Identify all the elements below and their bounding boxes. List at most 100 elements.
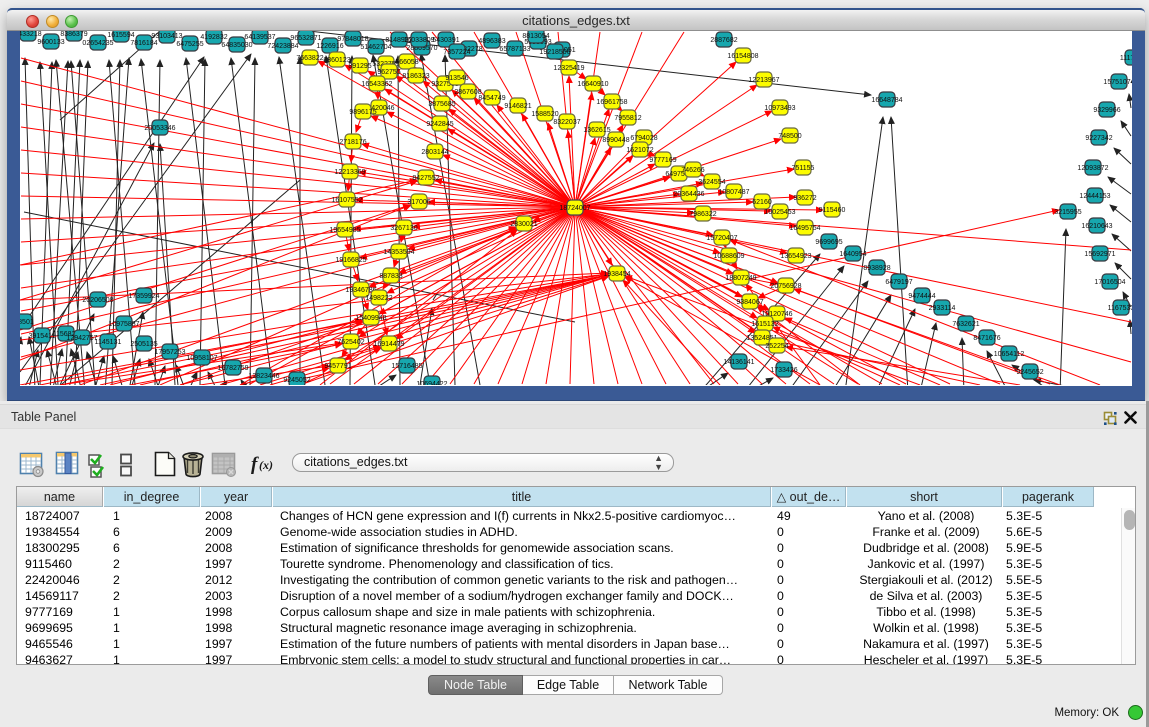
svg-text:7955812: 7955812	[614, 115, 641, 122]
svg-text:9227342: 9227342	[1085, 135, 1112, 142]
svg-text:16154808: 16154808	[727, 53, 758, 60]
svg-text:891295: 891295	[348, 63, 371, 70]
svg-text:96532871: 96532871	[290, 35, 321, 42]
svg-text:10654112: 10654112	[994, 351, 1025, 358]
svg-text:9242845: 9242845	[426, 121, 453, 128]
svg-text:12213967: 12213967	[748, 77, 779, 84]
svg-text:19166825: 19166825	[335, 257, 366, 264]
svg-text:913546: 913546	[445, 75, 468, 82]
svg-text:20756928: 20756928	[770, 283, 801, 290]
svg-text:1621072: 1621072	[626, 147, 653, 154]
svg-text:12093872: 12093872	[1077, 165, 1108, 172]
svg-text:3267130: 3267130	[390, 225, 417, 232]
svg-text:16107552: 16107552	[331, 197, 362, 204]
svg-text:1588520: 1588520	[531, 111, 558, 118]
svg-text:16782759: 16782759	[217, 365, 248, 372]
svg-text:12942757: 12942757	[66, 335, 97, 342]
svg-text:17016504: 17016504	[1094, 279, 1125, 286]
svg-text:65787133: 65787133	[499, 46, 530, 53]
svg-text:18807249: 18807249	[725, 275, 756, 282]
svg-text:1117304: 1117304	[1120, 55, 1132, 62]
svg-text:4192832: 4192832	[200, 34, 227, 41]
svg-text:9384067: 9384067	[736, 299, 763, 306]
svg-text:18724007: 18724007	[559, 205, 590, 212]
svg-text:10973493: 10973493	[764, 105, 795, 112]
svg-text:9474444: 9474444	[908, 293, 935, 300]
svg-text:9115460: 9115460	[819, 207, 846, 214]
svg-text:1733426: 1733426	[770, 367, 797, 374]
svg-text:9896175: 9896175	[349, 109, 376, 116]
svg-text:8427552: 8427552	[412, 175, 439, 182]
svg-text:(x): (x)	[259, 458, 273, 472]
svg-text:9777169: 9777169	[649, 157, 676, 164]
svg-text:97848018: 97848018	[337, 36, 368, 43]
svg-text:19654985: 19654985	[329, 227, 360, 234]
svg-text:8386379: 8386379	[60, 31, 87, 38]
svg-text:3624554: 3624554	[698, 179, 725, 186]
svg-text:9245052: 9245052	[283, 377, 310, 384]
svg-text:9600133: 9600133	[37, 39, 64, 46]
svg-text:10958107: 10958107	[186, 355, 217, 362]
svg-text:14136141: 14136141	[723, 359, 754, 366]
svg-text:1938454: 1938454	[603, 271, 630, 278]
svg-text:8813054: 8813054	[522, 33, 549, 40]
svg-text:962755: 962755	[377, 69, 400, 76]
svg-text:2803144: 2803144	[421, 149, 448, 156]
svg-text:8454749: 8454749	[478, 95, 505, 102]
svg-text:51462704: 51462704	[360, 44, 391, 51]
svg-text:64835030: 64835030	[221, 42, 252, 49]
svg-text:7986322: 7986322	[689, 211, 716, 218]
svg-text:9457791: 9457791	[324, 363, 351, 370]
svg-text:16543362: 16543362	[361, 81, 392, 88]
svg-text:317006: 317006	[407, 199, 430, 206]
svg-text:7625402: 7625402	[337, 339, 364, 346]
svg-text:3915411: 3915411	[29, 333, 56, 340]
svg-text:1362615: 1362615	[583, 127, 610, 134]
svg-text:12823446: 12823446	[248, 373, 279, 380]
svg-text:16914479: 16914479	[373, 341, 404, 348]
svg-text:566058: 566058	[395, 59, 418, 66]
svg-text:10975887: 10975887	[108, 321, 139, 328]
svg-text:936272: 936272	[793, 195, 816, 202]
svg-text:0433218: 0433218	[20, 31, 42, 38]
svg-text:16961758: 16961758	[596, 99, 627, 106]
svg-text:15692971: 15692971	[1084, 251, 1115, 258]
svg-text:6479197: 6479197	[885, 279, 912, 286]
svg-text:8990448: 8990448	[602, 137, 629, 144]
svg-text:16640910: 16640910	[577, 81, 608, 88]
svg-text:14353594: 14353594	[383, 249, 414, 256]
svg-text:f: f	[251, 454, 259, 475]
svg-text:16648784: 16648784	[871, 97, 902, 104]
svg-text:5430391: 5430391	[432, 37, 459, 44]
svg-text:16495754: 16495754	[789, 225, 820, 232]
svg-text:9699695: 9699695	[815, 239, 842, 246]
svg-text:15409948: 15409948	[355, 315, 386, 322]
svg-text:1615594: 1615594	[107, 32, 134, 39]
svg-text:3215955: 3215955	[1054, 209, 1081, 216]
svg-text:8186323: 8186323	[402, 73, 429, 80]
svg-text:72423884: 72423884	[267, 43, 298, 50]
svg-text:10694422: 10694422	[416, 381, 447, 385]
svg-text:10688609: 10688609	[713, 253, 744, 260]
svg-text:7357224: 7357224	[443, 49, 470, 56]
svg-text:2505135: 2505135	[130, 341, 157, 348]
svg-text:15720407: 15720407	[706, 235, 737, 242]
svg-text:6794028: 6794028	[630, 135, 657, 142]
svg-text:9245652: 9245652	[1016, 369, 1043, 376]
svg-text:10025453: 10025453	[764, 209, 795, 216]
svg-text:18501: 18501	[20, 319, 34, 326]
svg-text:1615132: 1615132	[751, 321, 778, 328]
svg-text:20053346: 20053346	[144, 125, 175, 132]
svg-text:13654923: 13654923	[780, 253, 811, 260]
svg-text:6475255: 6475255	[176, 41, 203, 48]
svg-text:3875685: 3875685	[428, 101, 455, 108]
svg-text:2887682: 2887682	[710, 37, 737, 44]
svg-text:1226916: 1226916	[316, 43, 343, 50]
svg-text:9146821: 9146821	[504, 103, 531, 110]
svg-text:7816184: 7816184	[130, 40, 157, 47]
svg-text:20206508: 20206508	[82, 297, 113, 304]
svg-text:2933114: 2933114	[929, 305, 956, 312]
svg-text:15751074: 15751074	[1103, 79, 1132, 86]
svg-text:8938928: 8938928	[863, 265, 890, 272]
svg-text:748500: 748500	[778, 133, 801, 140]
